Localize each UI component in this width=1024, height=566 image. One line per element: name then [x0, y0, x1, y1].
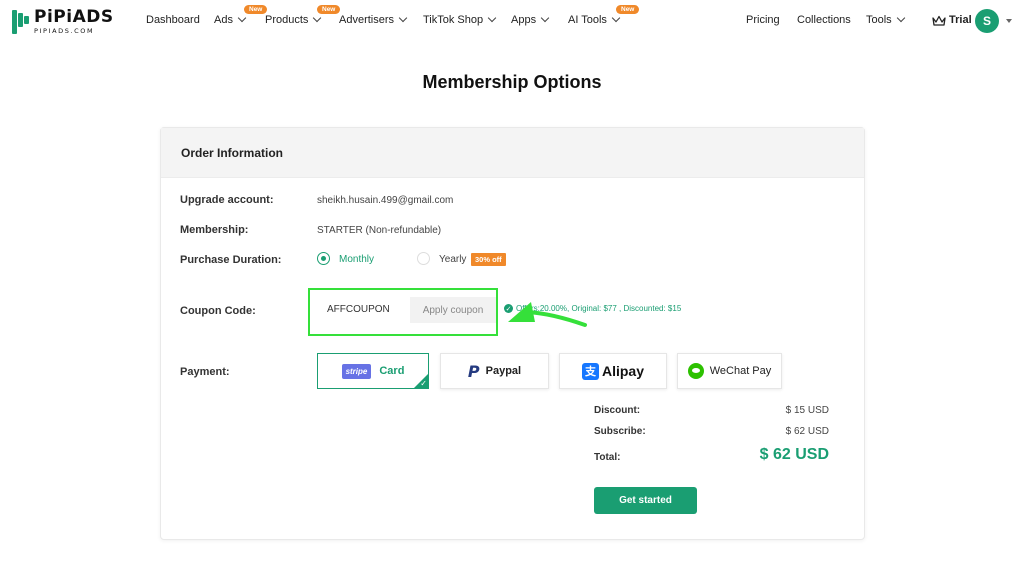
yearly-option-label[interactable]: Yearly [439, 254, 466, 265]
nav-tools[interactable]: Tools [866, 13, 905, 26]
purchase-duration-label: Purchase Duration: [180, 254, 282, 266]
pipiads-logo[interactable]: PiPiADS PIPIADS.COM [12, 9, 114, 35]
new-badge: New [244, 5, 268, 14]
top-navbar: PiPiADS PIPIADS.COM Dashboard New Ads Ne… [0, 0, 1024, 44]
page-title: Membership Options [422, 72, 602, 92]
nav-tiktok-shop[interactable]: TikTok Shop [423, 13, 497, 26]
yearly-radio[interactable] [417, 252, 430, 265]
chevron-down-icon [896, 13, 905, 23]
apply-coupon-button[interactable]: Apply coupon [410, 297, 496, 323]
discount-value: $ 15 USD [785, 405, 829, 416]
caret-down-icon[interactable] [1006, 19, 1012, 23]
plan-status[interactable]: Trial [932, 14, 972, 26]
nav-pricing[interactable]: Pricing [746, 14, 780, 26]
check-circle-icon: ✓ [504, 304, 513, 313]
nav-advertisers[interactable]: Advertisers [339, 13, 408, 26]
coupon-offer-status: ✓ Offers:20.00%, Original: $77 , Discoun… [504, 304, 681, 313]
check-icon: ✓ [420, 379, 427, 388]
order-card: Order Information [160, 127, 865, 540]
total-value: $ 62 USD [759, 446, 829, 463]
chevron-down-icon [611, 13, 621, 23]
nav-apps[interactable]: Apps [511, 13, 550, 26]
nav-products[interactable]: New Products [265, 5, 341, 26]
monthly-radio[interactable] [317, 252, 330, 265]
membership-label: Membership: [180, 224, 249, 236]
yearly-discount-badge: 30% off [471, 253, 506, 266]
subscribe-value: $ 62 USD [785, 426, 829, 437]
nav-ads[interactable]: New Ads [214, 5, 268, 26]
upgrade-account-value: sheikh.husain.499@gmail.com [317, 195, 454, 206]
payment-wechat-option[interactable]: WeChat Pay [677, 353, 782, 389]
brand-domain: PIPIADS.COM [34, 27, 95, 35]
monthly-option-label[interactable]: Monthly [339, 254, 374, 265]
nav-ai-tools[interactable]: New AI Tools [568, 5, 640, 26]
payment-alipay-option[interactable]: 支 Alipay [559, 353, 667, 389]
logo-mark-icon [12, 9, 30, 34]
crown-icon [932, 15, 946, 26]
chevron-down-icon [487, 13, 497, 23]
stripe-logo: stripe [341, 363, 372, 379]
offer-text: Offers:20.00%, Original: $77 , Discounte… [516, 304, 682, 313]
membership-value: STARTER (Non-refundable) [317, 225, 442, 236]
payment-label: Payment: [180, 366, 230, 378]
brand-name: PiPiADS [34, 7, 114, 27]
chevron-down-icon [540, 13, 550, 23]
order-card-header: Order Information [161, 128, 864, 178]
wechat-icon [687, 363, 704, 379]
payment-card-option[interactable]: stripe Card ✓ [317, 353, 429, 389]
nav-collections[interactable]: Collections [797, 14, 851, 26]
new-badge: New [616, 5, 640, 14]
alipay-icon: 支 [581, 362, 599, 380]
subscribe-label: Subscribe: [594, 426, 646, 437]
coupon-input[interactable]: AFFCOUPON [327, 304, 390, 315]
chevron-down-icon [237, 13, 247, 23]
nav-dashboard[interactable]: Dashboard [146, 14, 200, 26]
discount-label: Discount: [594, 405, 641, 416]
total-label: Total: [594, 452, 621, 463]
upgrade-account-label: Upgrade account: [180, 194, 274, 206]
chevron-down-icon [313, 13, 322, 23]
chevron-down-icon [398, 13, 408, 23]
get-started-button[interactable]: Get started [594, 487, 697, 514]
paypal-icon: P [467, 361, 480, 381]
new-badge: New [317, 5, 341, 14]
coupon-code-label: Coupon Code: [180, 305, 256, 317]
user-avatar[interactable]: S [975, 9, 999, 33]
payment-paypal-option[interactable]: P Paypal [440, 353, 549, 389]
